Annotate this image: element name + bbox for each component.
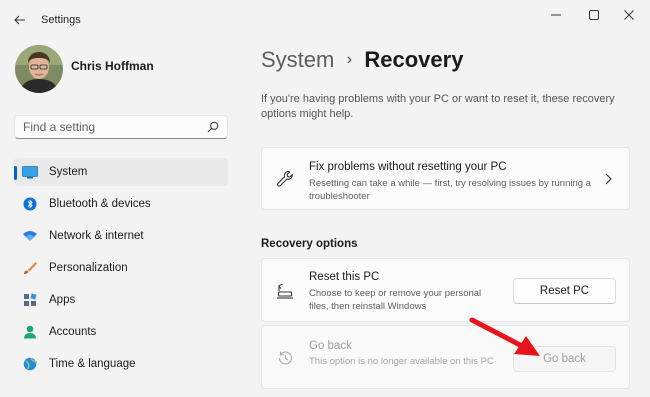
sidebar-item-label: Time & language xyxy=(49,358,136,370)
go-back-title: Go back xyxy=(309,340,352,352)
user-photo xyxy=(15,45,63,93)
reset-pc-button[interactable]: Reset PC xyxy=(513,278,616,304)
breadcrumb: System › Recovery xyxy=(261,47,463,77)
reset-pc-card: Reset this PC Choose to keep or remove y… xyxy=(261,258,630,322)
network-icon xyxy=(23,231,37,241)
minimize-button[interactable] xyxy=(539,4,573,26)
brush-icon xyxy=(24,262,37,274)
wrench-icon xyxy=(277,170,293,187)
sidebar-item-label: Apps xyxy=(49,294,76,306)
go-back-button: Go back xyxy=(513,346,616,372)
search-box[interactable] xyxy=(14,115,228,139)
back-button[interactable] xyxy=(8,9,32,31)
maximize-button[interactable] xyxy=(577,4,611,26)
reset-pc-desc: Choose to keep or remove your personal f… xyxy=(309,288,482,312)
app-title: Settings xyxy=(41,14,81,26)
back-arrow-icon xyxy=(14,15,25,25)
user-name[interactable]: Chris Hoffman xyxy=(71,59,154,73)
close-icon xyxy=(624,10,634,20)
sidebar-item-bluetooth[interactable]: Bluetooth & devices xyxy=(14,190,228,218)
sidebar-item-personalization[interactable]: Personalization xyxy=(14,254,228,282)
sidebar-item-accounts[interactable]: Accounts xyxy=(14,318,228,346)
fix-problems-title: Fix problems without resetting your PC xyxy=(309,161,507,173)
go-back-card: Go back This option is no longer availab… xyxy=(261,325,630,389)
settings-window: Settings Chris Hoffman Find a setting Sy… xyxy=(0,0,650,397)
apps-icon xyxy=(24,293,37,306)
avatar[interactable] xyxy=(15,45,63,93)
search-input[interactable] xyxy=(15,116,205,138)
section-heading: Recovery options xyxy=(261,238,358,250)
bluetooth-icon xyxy=(23,197,37,211)
sidebar-item-system[interactable]: System xyxy=(14,158,228,186)
fix-problems-desc: Resetting can take a while — first, try … xyxy=(309,178,591,202)
globe-icon xyxy=(23,357,38,371)
accounts-icon xyxy=(24,325,36,339)
reset-pc-title: Reset this PC xyxy=(309,271,380,283)
fix-problems-card[interactable]: Fix problems without resetting your PC R… xyxy=(261,147,630,210)
sidebar-item-network[interactable]: Network & internet xyxy=(14,222,228,250)
sidebar-item-label: Bluetooth & devices xyxy=(49,198,151,210)
minimize-icon xyxy=(551,14,561,16)
breadcrumb-chevron-icon: › xyxy=(346,51,353,68)
history-icon xyxy=(278,351,293,365)
maximize-icon xyxy=(589,10,599,20)
page-title: Recovery xyxy=(364,47,464,72)
chevron-right-icon xyxy=(605,173,612,185)
reset-pc-icon xyxy=(277,283,293,299)
system-icon xyxy=(22,166,38,179)
go-back-desc: This option is no longer available on th… xyxy=(309,356,494,367)
intro-text: If you're having problems with your PC o… xyxy=(261,93,615,120)
sidebar-item-apps[interactable]: Apps xyxy=(14,286,228,314)
close-button[interactable] xyxy=(612,4,646,26)
sidebar-item-label: Accounts xyxy=(49,326,97,338)
breadcrumb-parent[interactable]: System xyxy=(261,47,334,72)
title-bar: Settings xyxy=(0,0,650,40)
search-icon[interactable] xyxy=(206,120,220,134)
sidebar-item-label: Personalization xyxy=(49,262,128,274)
active-indicator xyxy=(14,166,17,180)
sidebar-item-label: Network & internet xyxy=(49,230,144,242)
sidebar-item-label: System xyxy=(49,166,88,178)
sidebar-item-time-language[interactable]: Time & language xyxy=(14,350,228,378)
